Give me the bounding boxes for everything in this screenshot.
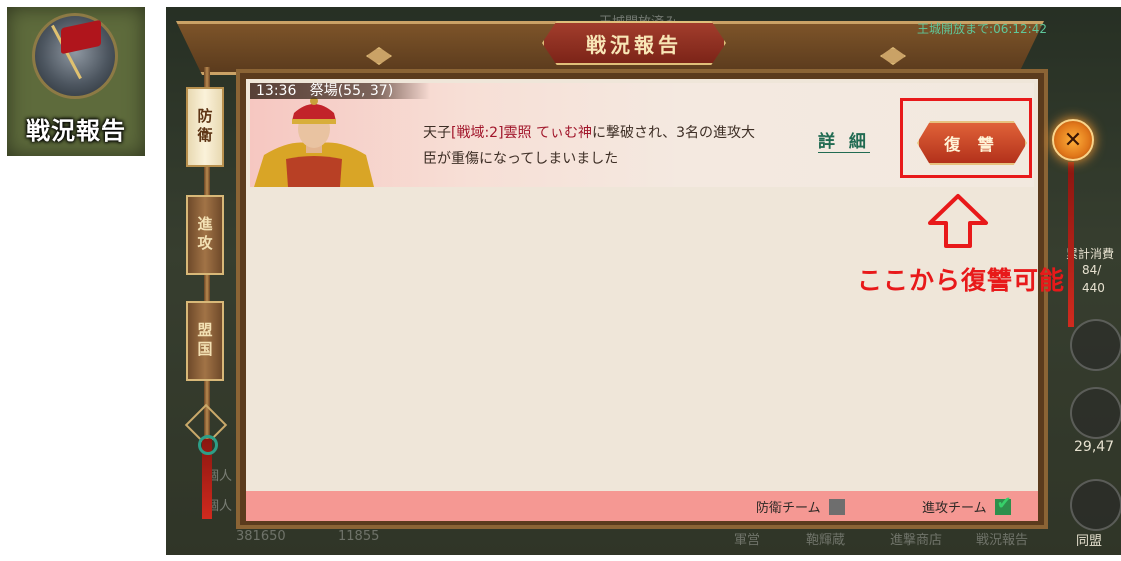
annotation-text: ここから復讐可能 [856, 266, 1065, 295]
menu-shop[interactable]: 進撃商店 [890, 529, 942, 548]
war-report-shortcut[interactable]: 戦況報告 [7, 7, 145, 156]
report-header: 13:36 祭場(55, 37) [250, 83, 430, 99]
ring-ornament [198, 435, 218, 455]
menu-war-report[interactable]: 戦況報告 [976, 529, 1028, 548]
arrow-up-icon [928, 194, 988, 248]
menu-storage[interactable]: 鞄輝蔵 [806, 529, 845, 548]
resource-a: 381650 [236, 529, 286, 544]
attack-team-checkbox[interactable]: ✔ [994, 493, 1012, 515]
war-report-shortcut-label: 戦況報告 [26, 116, 126, 145]
attacker-portrait [254, 97, 374, 187]
castle-open-timer: 王城開放まで:06:12:42 [917, 22, 1047, 36]
tab-attack[interactable]: 進攻 [186, 195, 224, 275]
close-button[interactable]: ✕ [1052, 119, 1094, 161]
tab-defense[interactable]: 防衛 [186, 87, 224, 167]
close-icon: ✕ [1063, 127, 1083, 153]
report-location: 祭場(55, 37) [309, 83, 394, 99]
detail-link[interactable]: 詳 細 [818, 127, 870, 153]
battle-icon[interactable] [1070, 319, 1121, 371]
menu-barracks[interactable]: 軍営 [734, 529, 760, 548]
tassel-ornament [1068, 162, 1074, 327]
attack-team-filter[interactable]: 進攻チーム ✔ [922, 493, 1012, 517]
report-time: 13:36 [256, 83, 297, 99]
game-screen: 王城開放済み 累計消費 84/ 440 29,47 同盟 381650 1185… [166, 7, 1121, 555]
attacker-name[interactable]: [戦域:2]雲照 てぃむ神 [451, 125, 592, 141]
page-title: 戦況報告 [542, 21, 726, 65]
coords-readout: 29,47 [1074, 439, 1115, 455]
defense-team-filter[interactable]: 防衛チーム [756, 497, 845, 516]
revenge-highlight-box [900, 98, 1032, 178]
horse-icon[interactable] [1070, 387, 1121, 439]
report-message: 天子[戦域:2]雲照 てぃむ神に撃破され、3名の進攻大臣が重傷になってしまいまし… [423, 125, 756, 167]
alliance-icon[interactable] [1070, 479, 1121, 531]
team-filter-bar: 防衛チーム 進攻チーム ✔ [246, 491, 1038, 521]
tab-alliance[interactable]: 盟国 [186, 301, 224, 381]
resource-b: 11855 [338, 529, 380, 544]
defense-team-checkbox[interactable] [828, 498, 845, 515]
check-icon: ✔ [996, 492, 1012, 514]
war-report-icon [32, 13, 118, 99]
alliance-label: 同盟 [1076, 534, 1103, 549]
